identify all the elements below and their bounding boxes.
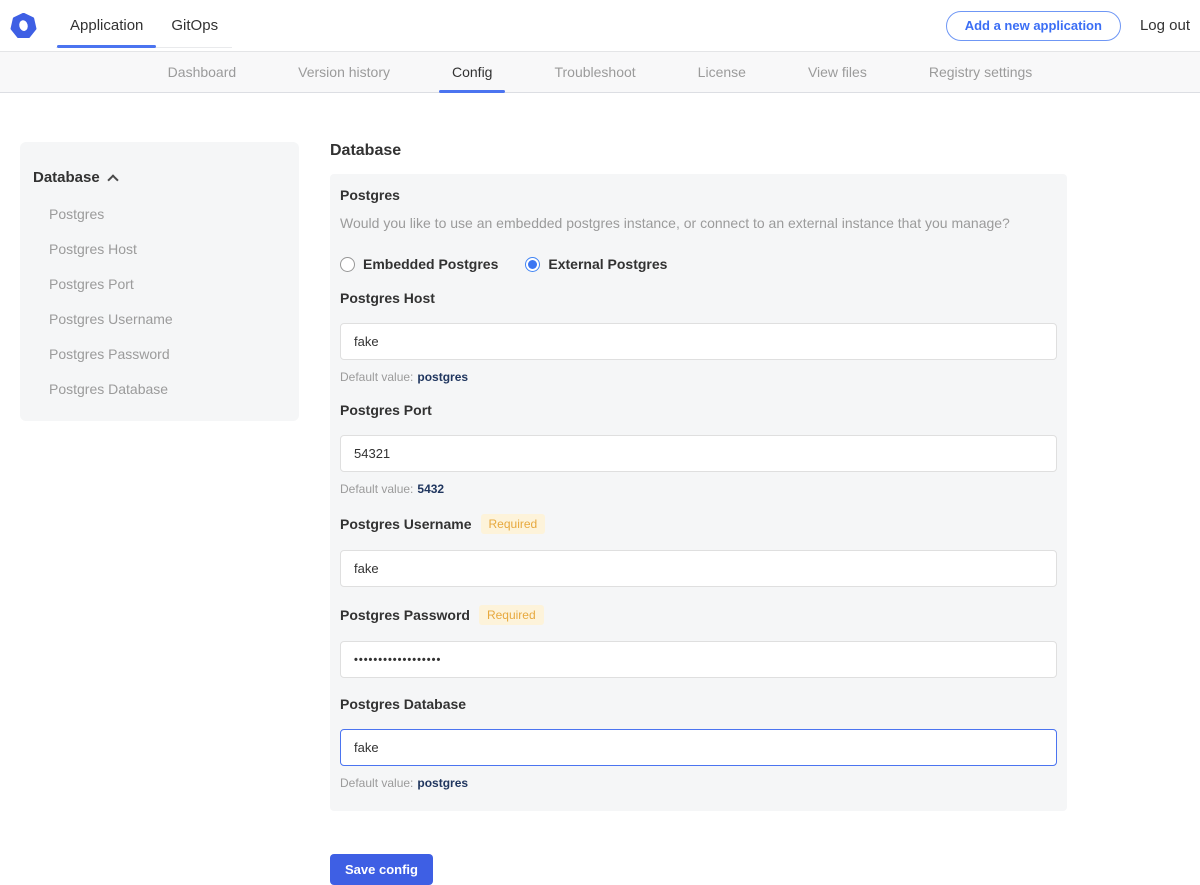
radio-unselected-icon xyxy=(340,257,355,272)
sidebar-item-list: Postgres Postgres Host Postgres Port Pos… xyxy=(49,207,279,396)
default-value-label: Default value: xyxy=(340,370,413,384)
default-value-label: Default value: xyxy=(340,776,413,790)
config-item-postgres-port: Postgres Port Default value: 5432 xyxy=(340,402,1057,496)
sidebar-item-postgres-username[interactable]: Postgres Username xyxy=(49,312,279,326)
add-application-button[interactable]: Add a new application xyxy=(946,11,1121,41)
postgres-database-default: Default value: postgres xyxy=(340,776,1057,790)
postgres-password-input[interactable] xyxy=(340,641,1057,678)
radio-selected-icon xyxy=(525,257,540,272)
sidebar-item-postgres[interactable]: Postgres xyxy=(49,207,279,221)
config-item-postgres: Postgres Would you like to use an embedd… xyxy=(340,187,1057,272)
field-help-postgres: Would you like to use an embedded postgr… xyxy=(340,216,1057,231)
config-item-postgres-host: Postgres Host Default value: postgres xyxy=(340,290,1057,384)
sidebar-item-postgres-database[interactable]: Postgres Database xyxy=(49,382,279,396)
subnav-troubleshoot[interactable]: Troubleshoot xyxy=(541,52,648,92)
logout-link[interactable]: Log out xyxy=(1140,17,1190,34)
postgres-port-input[interactable] xyxy=(340,435,1057,472)
top-nav-right: Add a new application Log out xyxy=(946,0,1190,51)
postgres-port-default: Default value: 5432 xyxy=(340,482,1057,496)
field-label-postgres-database: Postgres Database xyxy=(340,696,466,713)
save-config-button[interactable]: Save config xyxy=(330,854,433,885)
required-badge: Required xyxy=(479,605,544,625)
subnav-license[interactable]: License xyxy=(685,52,759,92)
default-value: postgres xyxy=(417,370,468,384)
postgres-host-default: Default value: postgres xyxy=(340,370,1057,384)
field-label-postgres-username: Postgres Username xyxy=(340,516,472,533)
sidebar-item-postgres-port[interactable]: Postgres Port xyxy=(49,277,279,291)
config-item-postgres-database: Postgres Database Default value: postgres xyxy=(340,696,1057,790)
config-group-title: Database xyxy=(330,142,1067,160)
default-value: postgres xyxy=(417,776,468,790)
tab-gitops-label: GitOps xyxy=(171,17,218,34)
radio-embedded-postgres-label: Embedded Postgres xyxy=(363,256,498,272)
radio-external-postgres-label: External Postgres xyxy=(548,256,667,272)
content-area: Database Postgres Postgres Host Postgres… xyxy=(0,93,1200,885)
default-value: 5432 xyxy=(417,482,444,496)
sidebar-item-postgres-host[interactable]: Postgres Host xyxy=(49,242,279,256)
field-label-postgres-port: Postgres Port xyxy=(340,402,432,419)
config-group-box: Postgres Would you like to use an embedd… xyxy=(330,174,1067,811)
field-label-postgres: Postgres xyxy=(340,187,1057,204)
config-main: Database Postgres Would you like to use … xyxy=(330,142,1067,885)
tab-application-label: Application xyxy=(70,17,143,34)
required-badge: Required xyxy=(481,514,546,534)
subnav-view-files[interactable]: View files xyxy=(795,52,880,92)
field-label-postgres-host: Postgres Host xyxy=(340,290,435,307)
postgres-radio-group: Embedded Postgres External Postgres xyxy=(340,256,1057,272)
app-logo[interactable] xyxy=(10,0,37,51)
tab-gitops[interactable]: GitOps xyxy=(158,0,231,51)
radio-external-postgres[interactable]: External Postgres xyxy=(525,256,667,272)
config-item-postgres-password: Postgres Password Required xyxy=(340,605,1057,678)
subnav-dashboard[interactable]: Dashboard xyxy=(155,52,250,92)
subnav-version-history[interactable]: Version history xyxy=(285,52,403,92)
sidebar-group-title: Database xyxy=(33,169,100,186)
postgres-username-input[interactable] xyxy=(340,550,1057,587)
field-label-postgres-password: Postgres Password xyxy=(340,607,470,624)
radio-embedded-postgres[interactable]: Embedded Postgres xyxy=(340,256,498,272)
postgres-host-input[interactable] xyxy=(340,323,1057,360)
tab-application[interactable]: Application xyxy=(57,0,156,51)
subnav-registry-settings[interactable]: Registry settings xyxy=(916,52,1045,92)
postgres-database-input[interactable] xyxy=(340,729,1057,766)
app-logo-icon xyxy=(10,13,37,39)
chevron-up-icon xyxy=(107,174,118,185)
sidebar-item-postgres-password[interactable]: Postgres Password xyxy=(49,347,279,361)
app-sub-nav: Dashboard Version history Config Trouble… xyxy=(0,51,1200,93)
top-nav: Application GitOps Add a new application… xyxy=(0,0,1200,51)
default-value-label: Default value: xyxy=(340,482,413,496)
config-item-postgres-username: Postgres Username Required xyxy=(340,514,1057,587)
subnav-config[interactable]: Config xyxy=(439,52,505,92)
config-sidebar: Database Postgres Postgres Host Postgres… xyxy=(20,142,299,421)
sidebar-group-database[interactable]: Database xyxy=(33,169,279,186)
top-nav-tabs: Application GitOps xyxy=(56,0,232,51)
